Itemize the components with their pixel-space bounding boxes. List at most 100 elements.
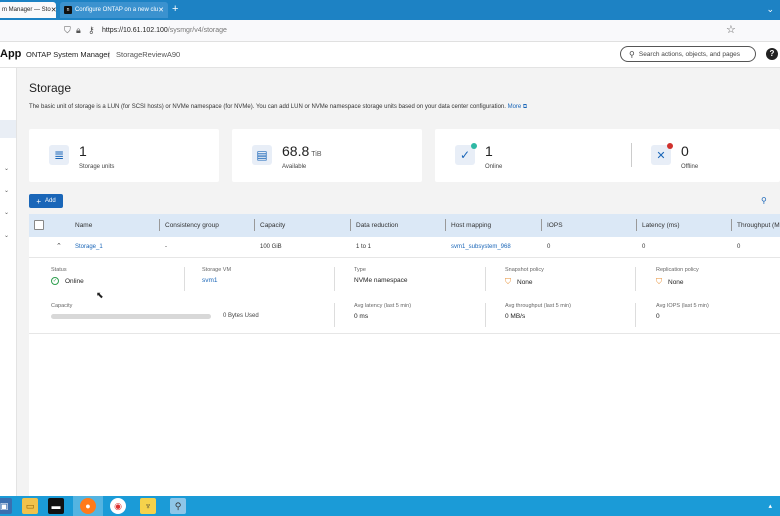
add-label: Add — [44, 198, 56, 204]
storage-units-card: ≣ 1 Storage units — [29, 129, 219, 182]
capacity-used: 0 Bytes Used — [223, 313, 259, 319]
new-tab-button[interactable]: + — [172, 3, 178, 15]
column-header-host-mapping[interactable]: Host mapping — [451, 222, 491, 229]
left-navigation: ⌄ ⌄ ⌄ ⌄ — [0, 68, 17, 496]
main-content: Storage The basic unit of storage is a L… — [17, 68, 780, 496]
cell-capacity: 100 GiB — [260, 244, 282, 250]
offline-badge — [667, 143, 673, 149]
avg-iops-value: 0 — [656, 313, 660, 320]
database-icon: ≣ — [49, 145, 69, 165]
windows-start-icon[interactable]: ▣ — [0, 498, 12, 514]
column-header-throughput[interactable]: Throughput (M — [737, 222, 780, 229]
tab-label: Configure ONTAP on a new clu — [74, 7, 159, 13]
windows-taskbar: ▣ ▭ ▬ ● ◉ ♆ ⚲ ▴ — [0, 496, 780, 516]
tab-system-manager[interactable]: m Manager — Sto ✕ — [0, 2, 56, 18]
app-header: App ONTAP System Manager | StorageReview… — [0, 42, 780, 68]
nav-item-storage[interactable] — [0, 120, 16, 138]
storage-vm-link[interactable]: svm1 — [202, 277, 218, 284]
shield-icon[interactable]: ⛉ — [64, 25, 71, 36]
x-circle-icon: ✕ — [651, 143, 673, 165]
type-value: NVMe namespace — [354, 277, 408, 284]
detail-divider — [334, 267, 335, 291]
search-icon: ⚲ — [629, 49, 635, 59]
detail-divider — [635, 267, 636, 291]
column-header-latency[interactable]: Latency (ms) — [642, 222, 680, 229]
column-header-consistency-group[interactable]: Consistency group — [165, 222, 219, 229]
storage-table: Name Consistency group Capacity Data red… — [29, 214, 780, 496]
column-divider[interactable] — [731, 219, 732, 231]
column-header-capacity[interactable]: Capacity — [260, 222, 285, 229]
check-circle-icon: ✓ — [455, 143, 477, 165]
detail-divider — [334, 303, 335, 327]
available-unit: TiB — [311, 151, 322, 158]
tray-chevron-icon[interactable]: ▴ — [768, 502, 772, 510]
chevron-down-icon[interactable]: ⌄ — [4, 187, 9, 194]
description-text: The basic unit of storage is a LUN (for … — [29, 104, 506, 110]
available-label: Available — [282, 164, 307, 170]
page-title: Storage — [29, 81, 72, 95]
key-icon[interactable]: ⚷ — [88, 25, 95, 36]
url-host: https://10.61.102.100 — [102, 27, 168, 34]
terminal-icon[interactable]: ▬ — [48, 498, 64, 514]
column-header-iops[interactable]: IOPS — [547, 222, 563, 229]
warning-shield-icon: ⛉ — [505, 277, 511, 286]
file-explorer-icon[interactable]: ▭ — [22, 498, 38, 514]
avg-throughput-value: 0 MB/s — [505, 313, 526, 320]
search-icon[interactable]: ⚲ — [761, 196, 767, 205]
cell-data-reduction: 1 to 1 — [356, 244, 372, 250]
column-divider[interactable] — [445, 219, 446, 231]
chevron-up-icon[interactable]: ⌃ — [56, 242, 62, 250]
chevron-down-icon[interactable]: ⌄ — [766, 4, 774, 15]
offline-label: Offline — [681, 164, 699, 170]
replication-policy-value: ⛉ None — [656, 277, 684, 286]
status-label: Status — [51, 267, 67, 273]
column-divider[interactable] — [350, 219, 351, 231]
column-header-data-reduction[interactable]: Data reduction — [356, 222, 398, 229]
column-divider[interactable] — [636, 219, 637, 231]
chevron-down-icon[interactable]: ⌄ — [4, 209, 9, 216]
detail-divider — [635, 303, 636, 327]
storage-name-link[interactable]: Storage_1 — [75, 244, 103, 250]
check-icon: ✓ — [51, 277, 59, 285]
close-icon[interactable]: ✕ — [158, 6, 164, 14]
online-count: 1 — [485, 143, 493, 159]
row-detail-panel: Status ✓ Online Storage VM svm1 Type NVMe… — [29, 258, 780, 334]
select-all-checkbox[interactable] — [34, 220, 44, 230]
mouse-cursor-icon: ⬉ — [96, 290, 104, 300]
network-icon[interactable]: ⚲ — [170, 498, 186, 514]
close-icon[interactable]: ✕ — [51, 6, 56, 14]
detail-divider — [485, 267, 486, 291]
global-search-input[interactable]: ⚲ Search actions, objects, and pages — [620, 46, 756, 62]
detail-divider — [485, 303, 486, 327]
cell-throughput: 0 — [737, 244, 741, 250]
snapshot-policy-label: Snapshot policy — [505, 267, 544, 273]
status-value: ✓ Online — [51, 277, 84, 285]
add-button[interactable]: + Add — [29, 194, 63, 208]
search-placeholder: Search actions, objects, and pages — [638, 50, 741, 58]
column-divider[interactable] — [254, 219, 255, 231]
detail-divider — [184, 267, 185, 291]
more-link[interactable]: More ⧉ — [508, 104, 528, 110]
firefox-icon[interactable]: ● — [80, 498, 96, 514]
warning-shield-icon: ⛉ — [656, 277, 662, 286]
capacity-progress-bar — [51, 314, 211, 319]
app-name: ONTAP System Manager — [26, 50, 110, 59]
help-icon[interactable]: ? — [766, 48, 778, 60]
column-header-name[interactable]: Name — [75, 222, 92, 229]
lock-icon[interactable]: 🔒︎ — [76, 25, 81, 36]
table-header: Name Consistency group Capacity Data red… — [29, 214, 780, 237]
tab-configure-ontap[interactable]: n Configure ONTAP on a new clu ✕ — [60, 2, 168, 18]
chevron-down-icon[interactable]: ⌄ — [4, 232, 9, 239]
column-divider[interactable] — [541, 219, 542, 231]
table-row[interactable]: ⌃ Storage_1 - 100 GiB 1 to 1 svm1_subsys… — [29, 237, 780, 258]
host-mapping-link[interactable]: svm1_subsystem_968 — [451, 244, 511, 250]
chrome-icon[interactable]: ◉ — [110, 498, 126, 514]
star-icon[interactable]: ☆ — [726, 23, 736, 36]
offline-count: 0 — [681, 143, 689, 159]
column-divider[interactable] — [159, 219, 160, 231]
online-label: Online — [485, 164, 503, 170]
app-icon[interactable]: ♆ — [140, 498, 156, 514]
chevron-down-icon[interactable]: ⌄ — [4, 165, 9, 172]
url-field[interactable]: https://10.61.102.100/sysmgr/v4/storage — [102, 27, 227, 34]
header-divider: | — [108, 50, 110, 59]
